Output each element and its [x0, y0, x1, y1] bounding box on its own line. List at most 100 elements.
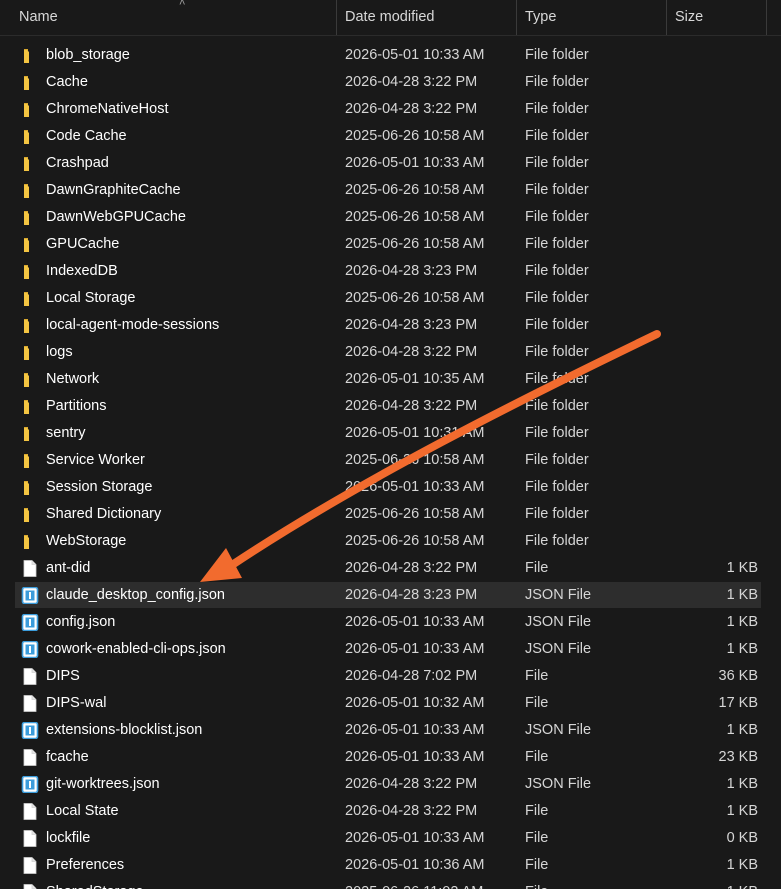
file-date-modified: 2026-05-01 10:35 AM: [345, 371, 485, 387]
file-date-modified: 2025-06-26 10:58 AM: [345, 506, 485, 522]
file-row[interactable]: git-worktrees.json 2026-04-28 3:22 PM JSON…: [0, 771, 781, 798]
file-row[interactable]: fcache 2026-05-01 10:33 AM File 23 KB: [0, 744, 781, 771]
folder-row[interactable]: Code Cache 2025-06-26 10:58 AM File folder: [0, 123, 781, 150]
column-header-date-label: Date modified: [345, 9, 435, 25]
file-date-modified: 2025-06-26 10:58 AM: [345, 209, 485, 225]
column-header-name[interactable]: Name ˄: [11, 0, 337, 35]
file-name: Local Storage: [46, 290, 136, 306]
column-header-bar: Name ˄ Date modified Type Size: [0, 0, 781, 36]
file-name: extensions-blocklist.json: [46, 722, 203, 738]
sort-ascending-icon: ˄: [179, 0, 186, 9]
file-size: 1 KB: [726, 776, 758, 792]
folder-row[interactable]: Cache 2026-04-28 3:22 PM File folder: [0, 69, 781, 96]
folder-icon: [21, 479, 39, 496]
file-row[interactable]: claude_desktop_config.json 2026-04-28 3:2…: [0, 582, 781, 609]
folder-row[interactable]: logs 2026-04-28 3:22 PM File folder: [0, 339, 781, 366]
file-type: File folder: [525, 155, 589, 171]
file-size: 1 KB: [726, 722, 758, 738]
file-icon: [21, 560, 39, 577]
file-type: JSON File: [525, 587, 592, 603]
file-name: local-agent-mode-sessions: [46, 317, 220, 333]
column-header-date-modified[interactable]: Date modified: [337, 0, 517, 35]
file-name: DIPS-wal: [46, 695, 107, 711]
file-icon: [21, 830, 39, 847]
file-type: JSON File: [525, 641, 592, 657]
file-name: blob_storage: [46, 47, 130, 63]
file-name: Partitions: [46, 398, 107, 414]
file-list: blob_storage 2026-05-01 10:33 AM File fold…: [0, 42, 781, 889]
folder-row[interactable]: GPUCache 2025-06-26 10:58 AM File folder: [0, 231, 781, 258]
folder-row[interactable]: WebStorage 2025-06-26 10:58 AM File folder: [0, 528, 781, 555]
file-name: DIPS: [46, 668, 80, 684]
folder-row[interactable]: DawnWebGPUCache 2025-06-26 10:58 AM File f…: [0, 204, 781, 231]
file-name: WebStorage: [46, 533, 127, 549]
file-type: File folder: [525, 101, 589, 117]
folder-row[interactable]: IndexedDB 2026-04-28 3:23 PM File folder: [0, 258, 781, 285]
file-date-modified: 2025-06-26 10:58 AM: [345, 452, 485, 468]
file-name: Session Storage: [46, 479, 153, 495]
file-date-modified: 2026-04-28 3:22 PM: [345, 344, 478, 360]
file-type: JSON File: [525, 722, 592, 738]
folder-icon: [21, 452, 39, 469]
file-icon: [21, 857, 39, 874]
file-date-modified: 2026-05-01 10:33 AM: [345, 641, 485, 657]
file-type: File folder: [525, 74, 589, 90]
file-name: cowork-enabled-cli-ops.json: [46, 641, 226, 657]
file-date-modified: 2026-04-28 3:22 PM: [345, 101, 478, 117]
file-row[interactable]: DIPS 2026-04-28 7:02 PM File 36 KB: [0, 663, 781, 690]
column-header-size-label: Size: [675, 9, 704, 25]
folder-row[interactable]: blob_storage 2026-05-01 10:33 AM File fold…: [0, 42, 781, 69]
folder-row[interactable]: Partitions 2026-04-28 3:22 PM File folder: [0, 393, 781, 420]
file-row[interactable]: DIPS-wal 2026-05-01 10:32 AM File 17 KB: [0, 690, 781, 717]
folder-row[interactable]: Session Storage 2026-05-01 10:33 AM File f…: [0, 474, 781, 501]
file-name: logs: [46, 344, 73, 360]
folder-row[interactable]: local-agent-mode-sessions 2026-04-28 3:23…: [0, 312, 781, 339]
folder-row[interactable]: Network 2026-05-01 10:35 AM File folder: [0, 366, 781, 393]
file-name: Local State: [46, 803, 119, 819]
folder-icon: [21, 506, 39, 523]
file-date-modified: 2026-04-28 3:23 PM: [345, 263, 478, 279]
file-row[interactable]: ant-did 2026-04-28 3:22 PM File 1 KB: [0, 555, 781, 582]
folder-row[interactable]: Service Worker 2025-06-26 10:58 AM File fo…: [0, 447, 781, 474]
folder-row[interactable]: DawnGraphiteCache 2025-06-26 10:58 AM File…: [0, 177, 781, 204]
file-type: File folder: [525, 533, 589, 549]
file-name: DawnWebGPUCache: [46, 209, 186, 225]
folder-icon: [21, 344, 39, 361]
file-type: File: [525, 560, 549, 576]
file-type: File: [525, 695, 549, 711]
file-row[interactable]: Preferences 2026-05-01 10:36 AM File 1 KB: [0, 852, 781, 879]
folder-row[interactable]: sentry 2026-05-01 10:31 AM File folder: [0, 420, 781, 447]
folder-row[interactable]: Local Storage 2025-06-26 10:58 AM File fol…: [0, 285, 781, 312]
folder-icon: [21, 209, 39, 226]
file-row[interactable]: lockfile 2026-05-01 10:33 AM File 0 KB: [0, 825, 781, 852]
file-type: JSON File: [525, 614, 592, 630]
file-type: JSON File: [525, 776, 592, 792]
folder-icon: [21, 290, 39, 307]
file-name: ant-did: [46, 560, 91, 576]
folder-row[interactable]: Crashpad 2026-05-01 10:33 AM File folder: [0, 150, 781, 177]
file-name: DawnGraphiteCache: [46, 182, 181, 198]
file-date-modified: 2026-05-01 10:33 AM: [345, 722, 485, 738]
file-name: Shared Dictionary: [46, 506, 162, 522]
file-row[interactable]: SharedStorage 2025-06-26 11:02 AM File 1 KB: [0, 879, 781, 889]
file-date-modified: 2025-06-26 10:58 AM: [345, 533, 485, 549]
folder-row[interactable]: Shared Dictionary 2025-06-26 10:58 AM File…: [0, 501, 781, 528]
file-date-modified: 2026-05-01 10:36 AM: [345, 857, 485, 873]
file-name: config.json: [46, 614, 116, 630]
file-row[interactable]: Local State 2026-04-28 3:22 PM File 1 KB: [0, 798, 781, 825]
file-name: fcache: [46, 749, 89, 765]
column-header-type[interactable]: Type: [517, 0, 667, 35]
column-header-size[interactable]: Size: [667, 0, 767, 35]
file-row[interactable]: cowork-enabled-cli-ops.json 2026-05-01 10…: [0, 636, 781, 663]
file-date-modified: 2025-06-26 10:58 AM: [345, 236, 485, 252]
column-header-type-label: Type: [525, 9, 557, 25]
file-type: File: [525, 830, 549, 846]
file-type: File folder: [525, 263, 589, 279]
file-date-modified: 2025-06-26 10:58 AM: [345, 182, 485, 198]
file-row[interactable]: config.json 2026-05-01 10:33 AM JSON File 1…: [0, 609, 781, 636]
file-name: ChromeNativeHost: [46, 101, 169, 117]
folder-row[interactable]: ChromeNativeHost 2026-04-28 3:22 PM File f…: [0, 96, 781, 123]
file-row[interactable]: extensions-blocklist.json 2026-05-01 10:3…: [0, 717, 781, 744]
file-icon: [21, 803, 39, 820]
file-date-modified: 2026-05-01 10:33 AM: [345, 830, 485, 846]
